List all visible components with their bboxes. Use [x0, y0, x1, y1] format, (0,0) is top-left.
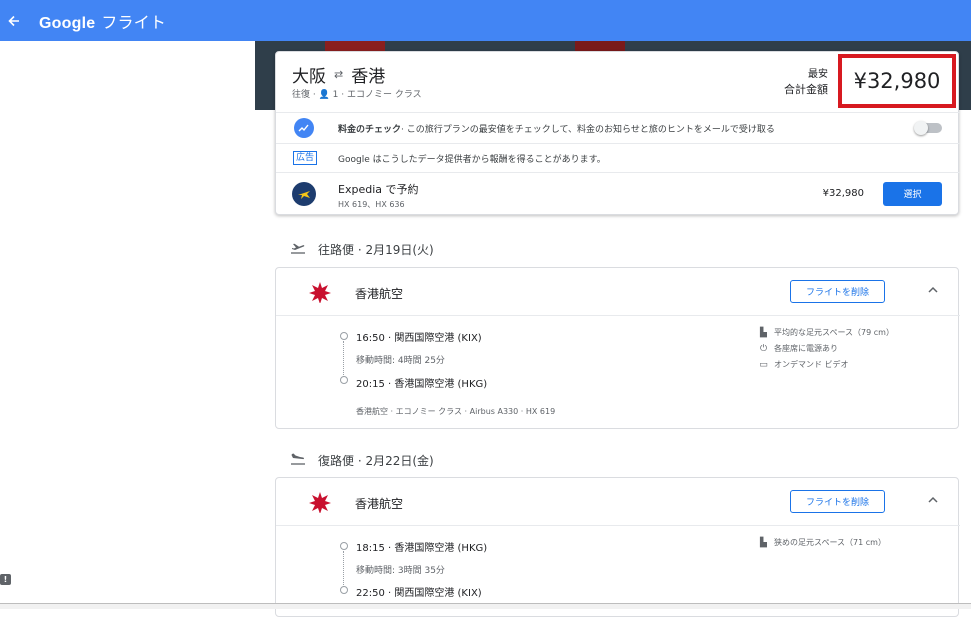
arrival-dot: [340, 586, 348, 594]
ad-badge: 広告: [293, 151, 318, 165]
price-tracking-description: · この旅行プランの最安値をチェックして、料金のお知らせと旅のヒントをメールで受…: [401, 124, 775, 135]
arrival-dot: [340, 376, 348, 384]
brand-flights: フライト: [101, 14, 167, 32]
ad-disclosure-row: 広告 Google はこうしたデータ提供者から報酬を得ることがあります。: [276, 143, 960, 172]
airline-name: 香港航空: [355, 287, 404, 301]
provider-flight-numbers: HX 619、HX 636: [338, 200, 405, 209]
arrival-time-airport: 20:15 · 香港国際空港 (HKG): [356, 379, 488, 390]
total-price-highlight: ¥32,980: [838, 54, 956, 108]
departure-time-airport: 16:50 · 関西国際空港 (KIX): [356, 333, 482, 344]
outbound-flight-card: 香港航空 フライトを削除 16:50 · 関西国際空港 (KIX) 移動時間: …: [275, 267, 960, 429]
provider-price: ¥32,980: [822, 188, 864, 199]
departure-time-airport: 18:15 · 香港国際空港 (HKG): [356, 543, 488, 554]
video-screen-icon: ▭: [759, 359, 768, 370]
amenity-video: ▭ オンデマンド ビデオ: [759, 359, 849, 370]
arrival-time-airport: 22:50 · 関西国際空港 (KIX): [356, 588, 482, 599]
airline-name: 香港航空: [355, 497, 404, 511]
chevron-up-icon[interactable]: [928, 283, 938, 297]
departure-dot: [340, 542, 348, 550]
provider-title: Expedia で予約: [338, 183, 419, 196]
trend-icon: [294, 118, 314, 138]
price-label-total: 合計金額: [784, 83, 828, 96]
amenity-legroom: ▙ 平均的な足元スペース（79 cm）: [760, 327, 894, 338]
trip-info: 往復 · 👤 1 · エコノミー クラス: [292, 90, 422, 100]
ad-disclosure-text: Google はこうしたデータ提供者から報酬を得ることがあります。: [338, 154, 606, 165]
hong-kong-airlines-logo-icon: [308, 281, 332, 308]
return-heading-text: 復路便 · 2月22日(金): [318, 453, 434, 468]
brand-google: Google: [39, 14, 96, 32]
power-plug-icon: ⏻: [759, 343, 768, 354]
app-header: Google フライト: [0, 0, 971, 41]
expedia-logo-icon: [292, 181, 316, 206]
return-flight-header[interactable]: 香港航空 フライトを削除: [276, 478, 960, 526]
price-label-lowest: 最安: [808, 69, 828, 80]
price-tracking-row: 料金のチェック· この旅行プランの最安値をチェックして、料金のお知らせと旅のヒン…: [276, 112, 960, 143]
return-flight-card: 香港航空 フライトを削除 18:15 · 香港国際空港 (HKG) 移動時間: …: [275, 477, 960, 617]
swap-arrows-icon: ⇄: [334, 68, 344, 81]
hong-kong-airlines-logo-icon: [308, 491, 332, 518]
booking-summary-card: 大阪 ⇄ 香港 往復 · 👤 1 · エコノミー クラス 最安 合計金額 ¥32…: [275, 51, 960, 215]
select-button[interactable]: 選択: [883, 181, 942, 206]
outbound-heading: 往路便 · 2月19日(火): [290, 240, 434, 258]
chevron-up-icon[interactable]: [928, 493, 938, 507]
seat-icon: ▙: [760, 327, 767, 338]
app-title[interactable]: Google フライト: [39, 9, 166, 33]
flight-duration: 移動時間: 4時間 25分: [356, 356, 445, 366]
amenity-power: ⏻ 各座席に電源あり: [759, 343, 838, 354]
outbound-heading-text: 往路便 · 2月19日(火): [318, 242, 434, 257]
route-title: 大阪 ⇄ 香港: [292, 62, 385, 87]
flight-details: 香港航空 · エコノミー クラス · Airbus A330 · HX 619: [356, 407, 556, 416]
flight-duration: 移動時間: 3時間 35分: [356, 566, 445, 576]
price-tracking-title: 料金のチェック: [338, 124, 402, 135]
amenity-legroom: ▙ 狭めの足元スペース（71 cm）: [760, 537, 886, 548]
total-price: ¥32,980: [853, 69, 941, 93]
route-line: [343, 341, 344, 377]
feedback-icon[interactable]: !: [0, 574, 11, 585]
destination-city: 香港: [351, 67, 386, 87]
departure-dot: [340, 332, 348, 340]
takeoff-icon: [290, 240, 306, 258]
back-arrow-icon[interactable]: [4, 15, 24, 27]
outbound-flight-header[interactable]: 香港航空 フライトを削除: [276, 268, 960, 316]
landing-icon: [290, 451, 306, 469]
origin-city: 大阪: [292, 67, 326, 87]
remove-flight-button[interactable]: フライトを削除: [790, 280, 885, 303]
seat-icon: ▙: [760, 537, 767, 548]
remove-flight-button[interactable]: フライトを削除: [790, 490, 885, 513]
return-heading: 復路便 · 2月22日(金): [290, 451, 434, 469]
bottom-bar: [0, 603, 971, 609]
price-tracking-toggle[interactable]: [914, 121, 942, 135]
price-tracking-text: 料金のチェック· この旅行プランの最安値をチェックして、料金のお知らせと旅のヒン…: [338, 122, 775, 135]
route-line: [343, 551, 344, 587]
price-label: 最安 合計金額: [784, 67, 828, 97]
booking-option-row[interactable]: Expedia で予約 HX 619、HX 636 ¥32,980 選択: [276, 172, 960, 214]
